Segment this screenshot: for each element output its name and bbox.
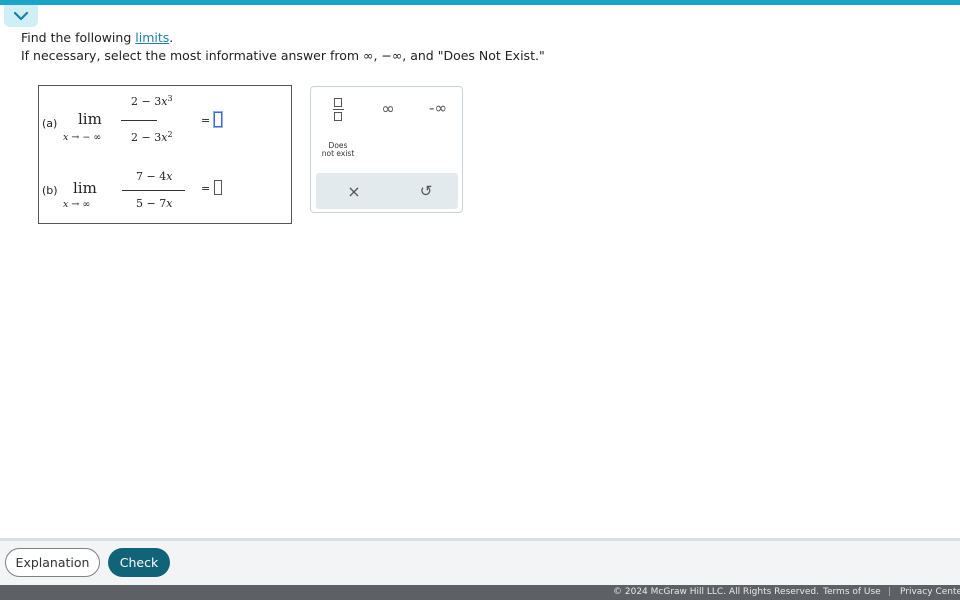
- part-a-num-coef: 2 − 3: [131, 95, 162, 108]
- does-not-exist-button[interactable]: Does not exist: [317, 139, 359, 161]
- part-b-lim: lim: [73, 179, 97, 197]
- part-a-label: (a): [42, 117, 58, 130]
- problem-box: (a) lim x → − ∞ 2 − 3x3 2 − 3x2 = (b) li…: [38, 85, 292, 224]
- part-b-lim-subscript: x → ∞: [63, 199, 90, 210]
- limits-link[interactable]: limits: [135, 30, 169, 45]
- part-a-den-coef: 2 − 3: [131, 131, 162, 144]
- fraction-denominator-slot-icon: [334, 111, 342, 121]
- part-a-denominator: 2 − 3x2: [131, 130, 173, 144]
- fraction-numerator-slot-icon: [334, 97, 342, 107]
- palette-action-bar: × ↺: [316, 173, 458, 209]
- part-b-label: (b): [42, 184, 58, 197]
- part-a-equals: =: [201, 114, 211, 127]
- privacy-center-link[interactable]: Privacy Cente: [900, 587, 960, 597]
- part-b-den-var: x: [166, 197, 173, 210]
- part-a-arrow: →: [71, 132, 80, 143]
- undo-button[interactable]: ↺: [416, 181, 436, 201]
- math-input-palette: ∞ -∞ Does not exist × ↺: [310, 86, 463, 213]
- part-a-answer-input[interactable]: [214, 112, 222, 127]
- part-b-numerator: 7 − 4x: [136, 170, 172, 183]
- instruction-text: Find the following: [21, 30, 136, 45]
- fraction-template-button[interactable]: [325, 95, 351, 123]
- check-button[interactable]: Check: [108, 548, 170, 577]
- part-b-arrow: →: [71, 199, 80, 210]
- fraction-bar-icon: [332, 108, 344, 110]
- part-a-lim: lim: [78, 110, 102, 128]
- part-b-num-coef: 7 − 4: [136, 170, 167, 183]
- terms-of-use-link[interactable]: Terms of Use: [823, 587, 881, 597]
- copyright-bar: © 2024 McGraw Hill LLC. All Rights Reser…: [0, 585, 960, 600]
- part-b-fraction-bar: [122, 190, 185, 191]
- footer-separator: |: [888, 587, 892, 597]
- instruction-line-2: If necessary, select the most informativ…: [21, 48, 545, 63]
- infinity-button[interactable]: ∞: [375, 97, 401, 119]
- chevron-down-icon: [13, 11, 29, 21]
- part-a-lim-subscript: x → − ∞: [63, 132, 101, 143]
- instruction-period: .: [169, 30, 174, 45]
- part-b-approach: ∞: [82, 199, 91, 210]
- part-b-den-coef: 5 − 7: [136, 197, 167, 210]
- copyright-text: © 2024 McGraw Hill LLC. All Rights Reser…: [613, 587, 819, 597]
- part-a-fraction-bar: [121, 120, 157, 121]
- top-accent-bar: [0, 0, 960, 5]
- instruction-line-1: Find the following limits.: [21, 30, 173, 45]
- part-a-approach: − ∞: [82, 132, 102, 143]
- part-b-num-var: x: [166, 170, 173, 183]
- explanation-button[interactable]: Explanation: [5, 548, 100, 577]
- part-a-num-exp: 3: [167, 94, 173, 103]
- undo-icon: ↺: [419, 182, 433, 200]
- part-b-var: x: [63, 199, 69, 210]
- part-a-var: x: [63, 132, 69, 143]
- part-a-numerator: 2 − 3x3: [131, 94, 173, 108]
- part-b-denominator: 5 − 7x: [136, 197, 172, 210]
- negative-infinity-button[interactable]: -∞: [423, 97, 453, 119]
- part-b-answer-input[interactable]: [214, 180, 222, 195]
- part-a-den-exp: 2: [167, 130, 173, 139]
- dne-line-2: not exist: [321, 149, 355, 158]
- part-b-equals: =: [201, 182, 211, 195]
- clear-button[interactable]: ×: [344, 181, 364, 201]
- close-icon: ×: [347, 181, 361, 201]
- collapse-toggle[interactable]: [4, 5, 38, 27]
